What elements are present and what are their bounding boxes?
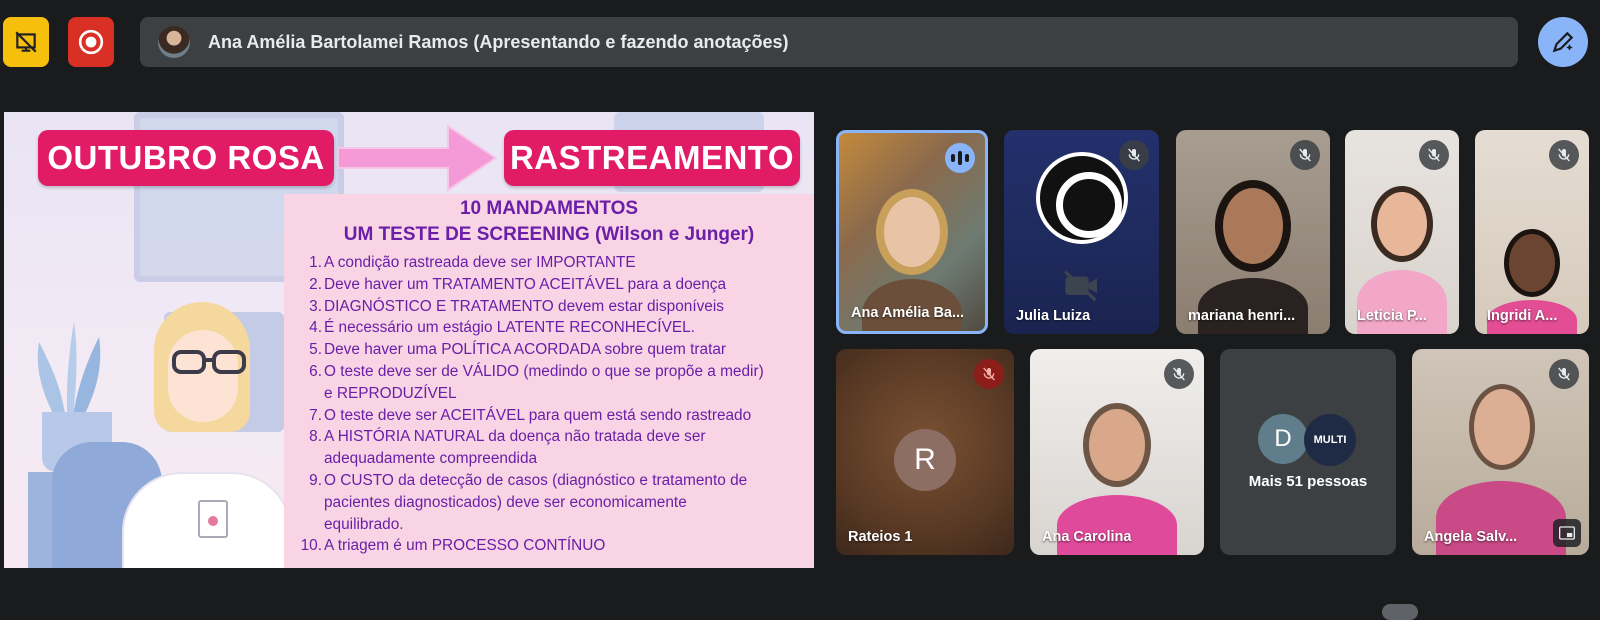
panel-heading: 10 MANDAMENTOS <box>459 198 639 219</box>
participant-tile-rateios[interactable]: R Rateios 1 <box>836 349 1014 555</box>
list-item-text: A condição rastreada deve ser IMPORTANTE <box>324 254 636 271</box>
mic-off-icon <box>1119 140 1149 170</box>
list-item-text: e REPRODUZÍVEL <box>324 384 457 402</box>
record-icon <box>78 29 104 55</box>
list-item: 4. É necessário um estágio LATENTE RECONH… <box>292 317 808 339</box>
participant-name: mariana henri... <box>1188 308 1296 324</box>
participant-name: Leticia P... <box>1357 308 1427 324</box>
camera-off-icon <box>1063 270 1097 302</box>
participant-name: Julia Luiza <box>1016 308 1091 324</box>
list-item-text: Deve haver um TRATAMENTO ACEITÁVEL para … <box>324 275 727 293</box>
list-item-text: A triagem é um PROCESSO CONTÍNUO <box>324 537 606 555</box>
list-item-number: 3. <box>309 297 322 315</box>
list-item-text: pacientes diagnosticados) deve ser econo… <box>324 493 687 511</box>
list-item: 7. O teste deve ser ACEITÁVEL para quem e… <box>292 405 808 427</box>
list-item: 5. Deve haver uma POLÍTICA ACORDADA sobre… <box>292 339 808 361</box>
list-item-text: equilibrado. <box>324 515 404 533</box>
top-bar: Ana Amélia Bartolamei Ramos (Apresentand… <box>0 0 1600 84</box>
list-item: equilibrado. <box>292 514 808 536</box>
list-item-number: 4. <box>309 319 322 337</box>
list-item: e REPRODUZÍVEL <box>292 383 808 405</box>
mic-off-icon <box>974 359 1004 389</box>
participant-tile-mariana[interactable]: mariana henri... <box>1176 130 1330 334</box>
participant-name: Angela Salv... <box>1424 529 1518 545</box>
list-item: 6. O teste deve ser de VÁLIDO (medindo o … <box>292 361 808 383</box>
list-item: 9. O CUSTO da detecção de casos (diagnóst… <box>292 470 808 492</box>
recording-button[interactable] <box>68 17 114 67</box>
list-item-number <box>292 383 322 405</box>
list-item-number: 8. <box>309 428 322 446</box>
list-item-text: A HISTÓRIA NATURAL da doença não tratada… <box>324 428 706 446</box>
presentation-slide: OUTUBRO ROSA RASTREAMENTO 10 MANDAMENTOS… <box>4 112 814 568</box>
list-item: 10. A triagem é um PROCESSO CONTÍNUO <box>292 535 808 557</box>
participant-tile-julia-luiza[interactable]: Julia Luiza <box>1004 130 1159 334</box>
list-item: pacientes diagnosticados) deve ser econo… <box>292 492 808 514</box>
participant-tile-angela[interactable]: Angela Salv... <box>1412 349 1589 555</box>
panel-subheading: UM TESTE DE SCREENING (Wilson e Junger) <box>343 224 755 245</box>
list-item-text: O CUSTO da detecção de casos (diagnóstic… <box>324 471 748 489</box>
presenter-avatar <box>158 26 190 58</box>
mandamentos-panel: 10 MANDAMENTOS UM TESTE DE SCREENING (Wi… <box>284 194 814 568</box>
mic-off-icon <box>1419 140 1449 170</box>
annotate-button[interactable] <box>1538 17 1588 67</box>
mic-off-icon <box>1290 140 1320 170</box>
mandamentos-list: 1. A condição rastreada deve ser IMPORTAN… <box>292 252 808 557</box>
list-item-text: O teste deve ser ACEITÁVEL para quem est… <box>324 406 752 424</box>
avatar: R <box>894 429 956 491</box>
list-item: 1. A condição rastreada deve ser IMPORTAN… <box>292 252 808 274</box>
list-item-text: adequadamente compreendida <box>324 450 538 468</box>
list-item-number: 6. <box>309 362 322 380</box>
mic-off-icon <box>1549 359 1579 389</box>
overflow-indicator <box>1382 604 1418 620</box>
list-item-number <box>292 514 322 536</box>
list-item-number: 2. <box>309 275 322 293</box>
participant-name: Rateios 1 <box>848 529 913 545</box>
presentation-off-icon <box>15 31 37 53</box>
participant-name: Ingridi A... <box>1487 308 1558 324</box>
mic-off-icon <box>1549 140 1579 170</box>
list-item-number: 7. <box>309 406 322 424</box>
participant-avatars: D MULTI <box>1258 414 1358 466</box>
speaking-indicator-icon <box>945 143 975 173</box>
slide-title-left: OUTUBRO ROSA <box>38 130 334 186</box>
list-item-number: 1. <box>309 254 322 271</box>
slide-title-right: RASTREAMENTO <box>504 130 800 186</box>
mic-off-icon <box>1164 359 1194 389</box>
participant-tile-ana-amelia[interactable]: Ana Amélia Ba... <box>836 130 988 334</box>
participant-tile-ingridi[interactable]: Ingridi A... <box>1475 130 1589 334</box>
participant-name: Ana Carolina <box>1042 529 1132 545</box>
list-item-text: DIAGNÓSTICO E TRATAMENTO devem estar dis… <box>324 297 724 315</box>
pen-sparkle-icon <box>1552 31 1574 53</box>
more-participants-tile[interactable]: D MULTI Mais 51 pessoas <box>1220 349 1396 555</box>
picture-in-picture-icon[interactable] <box>1553 519 1581 547</box>
participant-tile-ana-carolina[interactable]: Ana Carolina <box>1030 349 1204 555</box>
list-item-number: 9. <box>309 471 322 489</box>
obs-logo-icon <box>1035 152 1128 244</box>
list-item-text: É necessário um estágio LATENTE RECONHEC… <box>324 319 695 337</box>
arrow-right-icon <box>338 124 498 192</box>
stop-presenting-button[interactable] <box>3 17 49 67</box>
list-item-number: 10. <box>300 537 322 555</box>
list-item-number <box>292 492 322 514</box>
avatar: D <box>1258 414 1308 464</box>
presenter-text: Ana Amélia Bartolamei Ramos (Apresentand… <box>208 31 789 52</box>
list-item-text: O teste deve ser de VÁLIDO (medindo o qu… <box>324 362 764 380</box>
participant-name: Ana Amélia Ba... <box>851 305 965 321</box>
list-item: 8. A HISTÓRIA NATURAL da doença não trata… <box>292 426 808 448</box>
participant-tile-leticia[interactable]: Leticia P... <box>1345 130 1459 334</box>
list-item-text: Deve haver uma POLÍTICA ACORDADA sobre q… <box>324 341 727 359</box>
list-item: 2. Deve haver um TRATAMENTO ACEITÁVEL par… <box>292 274 808 296</box>
list-item-number: 5. <box>309 341 322 359</box>
avatar: MULTI <box>1304 414 1356 466</box>
list-item: 3. DIAGNÓSTICO E TRATAMENTO devem estar d… <box>292 296 808 318</box>
more-participants-label: Mais 51 pessoas <box>1248 473 1368 490</box>
list-item-number <box>292 448 322 470</box>
list-item: adequadamente compreendida <box>292 448 808 470</box>
presenter-banner: Ana Amélia Bartolamei Ramos (Apresentand… <box>140 17 1518 67</box>
